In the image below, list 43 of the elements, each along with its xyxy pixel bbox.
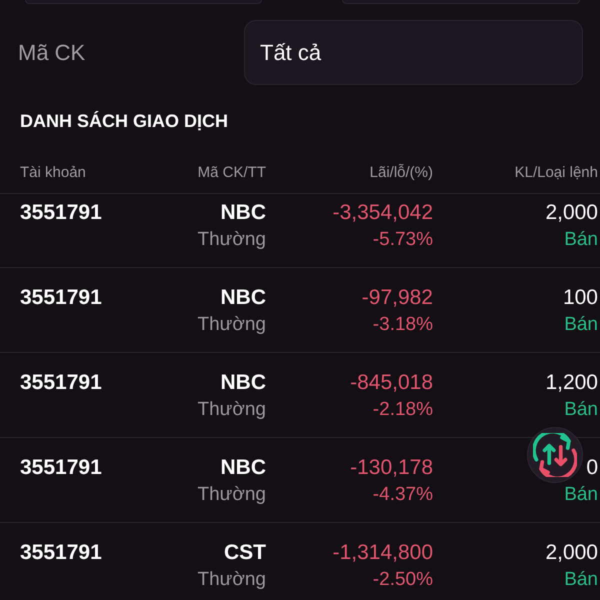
order-side: Bán	[564, 315, 598, 335]
order-volume: 100	[562, 286, 598, 310]
column-header: KL/Loại lệnh	[514, 163, 598, 183]
section-title: DANH SÁCH GIAO DỊCH	[20, 110, 228, 133]
profit-loss-percent: -2.18%	[372, 400, 433, 420]
account-number: 3551791	[20, 456, 102, 480]
profit-loss-value: -97,982	[362, 286, 433, 310]
column-header: Lãi/lỗ/(%)	[370, 163, 433, 183]
order-volume: 0	[586, 456, 598, 480]
stock-symbol: NBC	[220, 456, 266, 480]
profit-loss-percent: -3.18%	[372, 315, 433, 335]
transfer-arrows-icon	[533, 433, 577, 477]
stock-symbol: CST	[224, 541, 266, 565]
stock-symbol: NBC	[220, 286, 266, 310]
stock-symbol: NBC	[220, 371, 266, 395]
profit-loss-percent: -4.37%	[372, 485, 433, 505]
profit-loss-value: -1,314,800	[332, 541, 433, 565]
column-header: Tài khoản	[20, 163, 86, 183]
account-number: 3551791	[20, 201, 102, 225]
filter-label: Mã CK	[18, 39, 86, 67]
select-field[interactable]: Tất cả	[244, 20, 583, 85]
profit-loss-value: -130,178	[350, 456, 433, 480]
order-side: Bán	[564, 485, 598, 505]
order-volume: 2,000	[545, 201, 598, 225]
profit-loss-value: -3,354,042	[332, 201, 433, 225]
order-type: Thường	[198, 570, 266, 590]
order-type: Thường	[198, 400, 266, 420]
column-header: Mã CK/TT	[198, 163, 266, 183]
account-number: 3551791	[20, 286, 102, 310]
account-number: 3551791	[20, 371, 102, 395]
order-side: Bán	[564, 400, 598, 420]
stock-symbol: NBC	[220, 201, 266, 225]
order-side: Bán	[564, 230, 598, 250]
profit-loss-percent: -2.50%	[372, 570, 433, 590]
order-type: Thường	[198, 485, 266, 505]
order-volume: 1,200	[545, 371, 598, 395]
order-type: Thường	[198, 315, 266, 335]
profit-loss-percent: -5.73%	[372, 230, 433, 250]
profit-loss-value: -845,018	[350, 371, 433, 395]
order-type: Thường	[198, 230, 266, 250]
order-side: Bán	[564, 570, 598, 590]
order-volume: 2,000	[545, 541, 598, 565]
account-number: 3551791	[20, 541, 102, 565]
